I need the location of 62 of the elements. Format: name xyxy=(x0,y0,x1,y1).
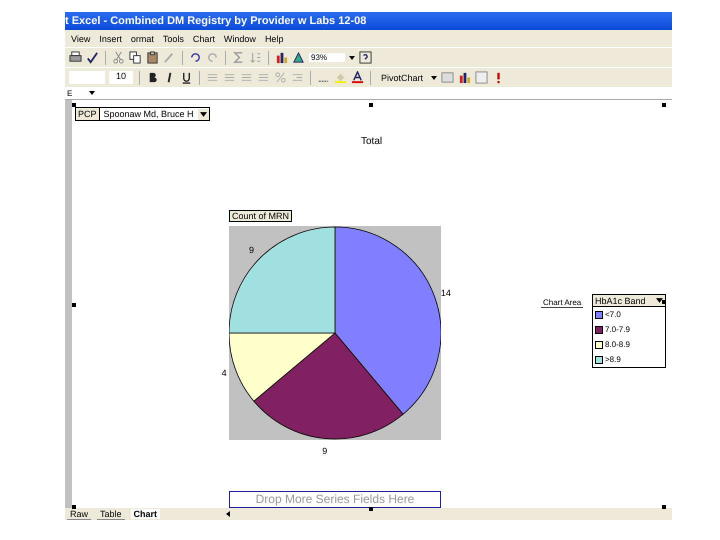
percent-icon[interactable] xyxy=(274,71,287,84)
font-size-field[interactable]: 10 xyxy=(109,71,133,84)
legend-label: 7.0-7.9 xyxy=(605,325,630,334)
font-name-field[interactable] xyxy=(69,71,105,84)
undo-icon[interactable] xyxy=(189,51,202,64)
sheet-tab[interactable]: Raw xyxy=(67,508,92,520)
selection-handle[interactable] xyxy=(72,103,76,107)
menu-item[interactable]: Window xyxy=(224,34,256,44)
menu-item[interactable]: Tools xyxy=(162,34,184,44)
selection-handle[interactable] xyxy=(662,505,666,509)
legend-title: HbA1c Band xyxy=(595,296,646,306)
data-label: 4 xyxy=(222,368,227,378)
menu-item[interactable]: Help xyxy=(264,34,284,44)
legend-label: >8.9 xyxy=(605,355,621,364)
sort-icon[interactable] xyxy=(249,51,262,64)
data-label: 9 xyxy=(249,244,254,255)
copy-icon[interactable] xyxy=(129,51,142,64)
fill-color-icon[interactable] xyxy=(334,71,347,84)
selection-handle[interactable] xyxy=(662,103,666,107)
data-label: 9 xyxy=(322,446,328,456)
clipboard-icon[interactable] xyxy=(146,51,159,64)
name-box[interactable]: E xyxy=(65,88,77,98)
selection-handle[interactable] xyxy=(662,300,666,304)
page-field[interactable]: PCP Spoonaw Md, Bruce H xyxy=(75,107,210,121)
underline-icon[interactable] xyxy=(180,71,193,84)
chart-title: Total xyxy=(361,136,382,147)
menu-item[interactable]: Chart xyxy=(192,34,215,44)
page-field-label: PCP xyxy=(76,108,100,120)
window-title: t Excel - Combined DM Registry by Provider w Labs 12-08 xyxy=(65,15,366,27)
selection-handle[interactable] xyxy=(72,505,76,509)
redo-icon[interactable] xyxy=(206,51,219,64)
sheet-tab[interactable]: Chart xyxy=(130,509,160,519)
page-field-value: Spoonaw Md, Bruce H xyxy=(102,108,195,120)
selection-handle[interactable] xyxy=(369,103,373,107)
selection-handle[interactable] xyxy=(72,303,76,307)
bar-chart-icon[interactable] xyxy=(275,51,288,64)
dropdown-arrow-icon[interactable] xyxy=(349,56,355,60)
data-label: 14 xyxy=(440,288,451,298)
zoom-field[interactable]: 93% xyxy=(309,53,345,62)
dropdown-arrow-icon[interactable] xyxy=(431,76,438,80)
font-color-icon[interactable] xyxy=(351,71,364,84)
dropdown-arrow-icon[interactable] xyxy=(654,295,665,306)
tooltip: Chart Area xyxy=(541,298,584,308)
sheet-tab[interactable]: Table xyxy=(97,508,125,520)
scroll-arrow-icon[interactable] xyxy=(226,511,230,517)
sigma-icon[interactable] xyxy=(232,51,245,64)
pivotchart-menu[interactable]: PivotChart xyxy=(377,72,428,82)
dropdown-arrow-icon[interactable] xyxy=(89,91,95,95)
series-field-button[interactable]: HbA1c Band xyxy=(593,295,665,307)
menu-item[interactable]: View xyxy=(71,34,90,44)
dropdown-arrow-icon[interactable] xyxy=(198,108,209,120)
scissors-icon[interactable] xyxy=(112,51,125,64)
legend-label: <7.0 xyxy=(605,310,621,319)
spellcheck-icon[interactable] xyxy=(86,51,99,64)
bar-chart-icon[interactable] xyxy=(458,71,472,84)
printer-icon[interactable] xyxy=(69,51,82,64)
selection-handle[interactable] xyxy=(369,507,373,511)
legend-label: 8.0-8.9 xyxy=(605,340,630,349)
help-icon[interactable] xyxy=(359,51,372,64)
menu-item[interactable]: ormat xyxy=(130,34,154,44)
menu-item[interactable]: Insert xyxy=(99,34,122,44)
data-field-button[interactable]: Count of MRN xyxy=(229,210,292,222)
